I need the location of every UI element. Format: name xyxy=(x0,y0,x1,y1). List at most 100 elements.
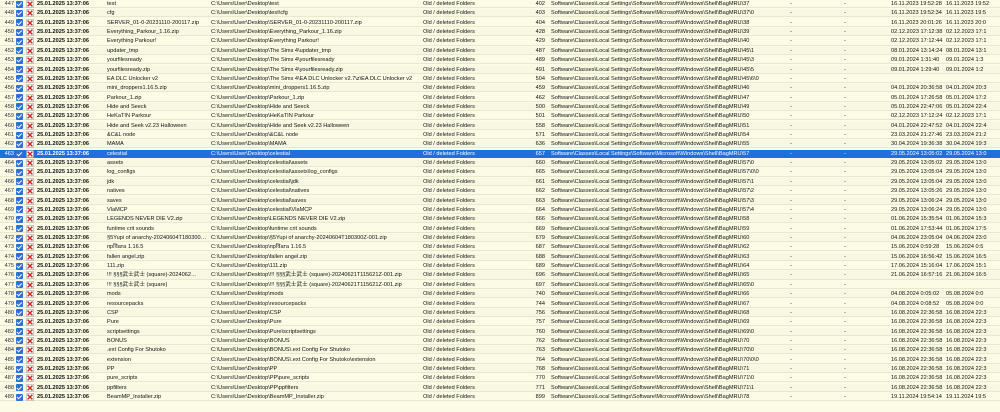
table-row[interactable]: 476 25.01.2025 13:37:06 !!! §§§武士武士 (squ… xyxy=(0,271,1000,280)
registry-key-cell: Software\Classes\Local Settings\Software… xyxy=(551,328,755,335)
table-row[interactable]: 467 25.01.2025 13:37:06 natives C:\Users… xyxy=(0,187,1000,196)
table-row[interactable]: 451 25.01.2025 13:37:06 Everything Parko… xyxy=(0,37,1000,46)
first-time-cell: 04.01.2024 22:47:52 xyxy=(891,122,943,129)
table-row[interactable]: 447 25.01.2025 13:37:06 test C:\Users\Us… xyxy=(0,0,1000,9)
folder-path-cell: C:\Users\User\Desktop\!!! §§§武士武士 (squar… xyxy=(211,281,402,288)
row-index: 459 xyxy=(4,113,14,120)
checkbox-checked-icon[interactable] xyxy=(16,103,23,111)
table-row[interactable]: 482 25.01.2025 13:37:06 scriptsettings C… xyxy=(0,327,1000,336)
checkbox-checked-icon[interactable] xyxy=(16,215,23,223)
table-row[interactable]: 471 25.01.2025 13:37:06 funtime crit sou… xyxy=(0,224,1000,233)
checkbox-checked-icon[interactable] xyxy=(16,197,23,205)
checkbox-checked-icon[interactable] xyxy=(16,168,23,176)
checkbox-checked-icon[interactable] xyxy=(16,37,23,45)
checkbox-checked-icon[interactable] xyxy=(16,112,23,120)
checkbox-checked-icon[interactable] xyxy=(16,318,23,326)
checkbox-checked-icon[interactable] xyxy=(16,94,23,102)
table-row[interactable]: 466 25.01.2025 13:37:06 jdk C:\Users\Use… xyxy=(0,177,1000,186)
checkbox-checked-icon[interactable] xyxy=(16,374,23,382)
checkbox-checked-icon[interactable] xyxy=(16,225,23,233)
table-row[interactable]: 458 25.01.2025 13:37:06 Hide and Seeck C… xyxy=(0,102,1000,112)
checkbox-checked-icon[interactable] xyxy=(16,56,23,64)
empty-value-cell: - xyxy=(790,206,792,213)
checkbox-checked-icon[interactable] xyxy=(16,47,23,55)
row-index: 463 xyxy=(4,150,14,157)
checkbox-checked-icon[interactable] xyxy=(16,346,23,354)
empty-value-cell: - xyxy=(844,75,846,82)
checkbox-checked-icon[interactable] xyxy=(16,290,23,298)
checkbox-checked-icon[interactable] xyxy=(16,159,23,167)
table-row[interactable]: 468 25.01.2025 13:37:06 saves C:\Users\U… xyxy=(0,196,1000,205)
table-row[interactable]: 462 25.01.2025 13:37:06 MAMA C:\Users\Us… xyxy=(0,140,1000,149)
table-row[interactable]: 474 25.01.2025 13:37:06 fallen angel.zip… xyxy=(0,252,1000,261)
shellbag-entries-table[interactable]: 447 25.01.2025 13:37:06 test C:\Users\Us… xyxy=(0,0,1000,412)
table-row[interactable]: 456 25.01.2025 13:37:06 mini_droppers1.1… xyxy=(0,84,1000,93)
table-row[interactable]: 475 25.01.2025 13:37:06 111.zip C:\Users… xyxy=(0,262,1000,271)
table-row[interactable]: 479 25.01.2025 13:37:06 resourcepacks C:… xyxy=(0,299,1000,308)
table-row[interactable]: 452 25.01.2025 13:37:06 updater_tmp C:\U… xyxy=(0,46,1000,55)
table-row[interactable]: 455 25.01.2025 13:37:06 EA DLC Unlocker … xyxy=(0,75,1000,83)
checkbox-checked-icon[interactable] xyxy=(16,178,23,186)
checkbox-checked-icon[interactable] xyxy=(16,131,23,139)
table-row[interactable]: 457 25.01.2025 13:37:06 Parkour_1.zip C:… xyxy=(0,93,1000,102)
checkbox-checked-icon[interactable] xyxy=(16,337,23,345)
checkbox-checked-icon[interactable] xyxy=(16,300,23,308)
checkbox-checked-icon[interactable] xyxy=(16,206,23,214)
table-row[interactable]: 483 25.01.2025 13:37:06 BONUS C:\Users\U… xyxy=(0,337,1000,346)
checkbox-checked-icon[interactable] xyxy=(16,187,23,195)
checkbox-checked-icon[interactable] xyxy=(16,19,23,27)
table-row[interactable]: 459 25.01.2025 13:37:06 HeKaTIN Parkour … xyxy=(0,112,1000,121)
table-row[interactable]: 448 25.01.2025 13:37:06 cfg C:\Users\Use… xyxy=(0,9,1000,18)
checkbox-checked-icon[interactable] xyxy=(16,234,23,242)
table-row[interactable]: 470 25.01.2025 13:37:06 LEGENDS NEVER DI… xyxy=(0,215,1000,224)
table-row[interactable]: 486 25.01.2025 13:37:06 PP C:\Users\User… xyxy=(0,365,1000,374)
table-row[interactable]: 449 25.01.2025 13:37:06 SERVER_01-0-2023… xyxy=(0,18,1000,27)
red-x-delete-glyph xyxy=(26,346,34,355)
checkbox-checked-icon[interactable] xyxy=(16,75,23,83)
table-row-selected[interactable]: 463 25.01.2025 13:37:06 celestial C:\Use… xyxy=(0,149,1000,158)
table-row[interactable]: 469 25.01.2025 13:37:06 VlaMCP C:\Users\… xyxy=(0,206,1000,214)
red-x-delete-glyph xyxy=(26,393,34,401)
table-row[interactable]: 484 25.01.2025 13:37:06 .ext Config For … xyxy=(0,346,1000,355)
checkbox-checked-icon[interactable] xyxy=(16,243,23,251)
table-row[interactable]: 487 25.01.2025 13:37:06 pure_scripts C:\… xyxy=(0,374,1000,383)
table-row[interactable]: 465 25.01.2025 13:37:06 log_configs C:\U… xyxy=(0,168,1000,177)
checkbox-checked-icon[interactable] xyxy=(16,365,23,373)
table-row[interactable]: 480 25.01.2025 13:37:06 CSP C:\Users\Use… xyxy=(0,308,1000,317)
table-row[interactable]: 460 25.01.2025 13:37:06 Hide and Seek v2… xyxy=(0,121,1000,130)
checkbox-checked-icon[interactable] xyxy=(16,66,23,74)
registry-key-cell: Software\Classes\Local Settings\Software… xyxy=(551,38,750,45)
table-row[interactable]: 464 25.01.2025 13:37:06 assets C:\Users\… xyxy=(0,159,1000,168)
checkbox-checked-icon[interactable] xyxy=(16,271,23,279)
checkbox-checked-icon[interactable] xyxy=(16,253,23,261)
checkbox-checked-icon[interactable] xyxy=(16,28,23,36)
checkbox-checked-icon[interactable] xyxy=(16,84,23,92)
checkbox-checked-icon[interactable] xyxy=(16,356,23,364)
table-row[interactable]: 488 25.01.2025 13:37:06 ppfilters C:\Use… xyxy=(0,383,1000,392)
table-row[interactable]: 454 25.01.2025 13:37:06 yourfilesready.z… xyxy=(0,65,1000,74)
table-row[interactable]: 485 25.01.2025 13:37:06 extension C:\Use… xyxy=(0,355,1000,364)
table-row[interactable]: 489 25.01.2025 13:37:06 BeamMP_Installer… xyxy=(0,393,1000,402)
table-row[interactable]: 477 25.01.2025 13:37:06 !!! §§§武士武士 (squ… xyxy=(0,281,1000,289)
table-row[interactable]: 453 25.01.2025 13:37:06 yourfilesready C… xyxy=(0,56,1000,65)
checkbox-checked-icon[interactable] xyxy=(16,328,23,336)
table-row[interactable]: 472 25.01.2025 13:37:06 §5Yupi of anarch… xyxy=(0,234,1000,243)
checkbox-checked-icon[interactable] xyxy=(16,0,23,8)
checkbox-checked-icon[interactable] xyxy=(16,9,23,17)
table-row[interactable]: 481 25.01.2025 13:37:06 Pure C:\Users\Us… xyxy=(0,318,1000,327)
table-row[interactable]: 473 25.01.2025 13:37:06 прविата 1.16.5 C… xyxy=(0,243,1000,252)
entry-type-cell: Old / deleted Folders xyxy=(423,169,475,176)
checkbox-checked-icon[interactable] xyxy=(16,150,23,158)
table-row[interactable]: 450 25.01.2025 13:37:06 Everything_Parko… xyxy=(0,28,1000,37)
checkbox-checked-icon[interactable] xyxy=(16,262,23,270)
checkbox-checked-icon[interactable] xyxy=(16,281,23,289)
checkbox-checked-icon[interactable] xyxy=(16,309,23,317)
table-row[interactable]: 461 25.01.2025 13:37:06 &C&L node C:\Use… xyxy=(0,131,1000,140)
row-index: 461 xyxy=(4,132,14,139)
table-row[interactable]: 478 25.01.2025 13:37:06 mods C:\Users\Us… xyxy=(0,290,1000,299)
checkbox-checked-icon[interactable] xyxy=(16,140,23,148)
checkbox-checked-icon[interactable] xyxy=(16,384,23,392)
checkbox-checked-icon[interactable] xyxy=(16,122,23,130)
checkbox-checked-icon[interactable] xyxy=(16,393,23,401)
entry-type-cell: Old / deleted Folders xyxy=(423,38,475,45)
